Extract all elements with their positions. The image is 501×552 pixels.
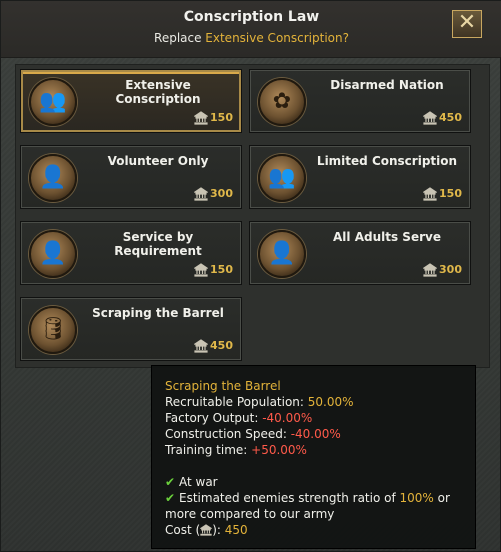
tooltip-title: Scraping the Barrel — [165, 379, 281, 393]
law-name: Limited Conscription — [316, 154, 458, 168]
law-card-extensive-conscription[interactable]: 👥 Extensive Conscription 150 — [20, 69, 242, 133]
volunteer-soldier-portrait-icon: 👤 — [29, 154, 77, 202]
soldier-portrait-icon: 👤 — [29, 230, 77, 278]
law-name: Volunteer Only — [107, 154, 209, 168]
dialog-subtitle: Replace Extensive Conscription? — [154, 31, 349, 45]
law-name: Extensive Conscription — [115, 78, 201, 106]
law-name: Scraping the Barrel — [92, 306, 224, 320]
tooltip-construction-row: Construction Speed: -40.00% — [165, 427, 341, 441]
law-cost: 450 — [439, 111, 462, 124]
bank-icon — [194, 111, 208, 125]
tooltip-factory-row: Factory Output: -40.00% — [165, 411, 313, 425]
soldiers-portrait-icon: 👥 — [258, 154, 306, 202]
tooltip-requirement-at-war: ✔ At war — [165, 475, 218, 489]
law-cost: 450 — [210, 339, 233, 352]
dialog-title: Conscription Law — [183, 9, 320, 25]
law-card-limited-conscription[interactable]: 👥 Limited Conscription 150 — [249, 145, 471, 209]
dialog-header: Conscription Law Replace Extensive Consc… — [1, 1, 501, 58]
tooltip-training-row: Training time: +50.00% — [165, 443, 307, 457]
law-cost: 300 — [439, 263, 462, 276]
bank-icon — [423, 187, 437, 201]
soldiers-portrait-icon: 👥 — [29, 78, 77, 126]
bank-icon — [200, 524, 213, 536]
law-cost: 150 — [210, 111, 233, 124]
bank-icon — [194, 339, 208, 353]
tooltip-requirement-strength-ratio: ✔ Estimated enemies strength ratio of 100… — [165, 491, 450, 505]
law-name: Service by Requirement — [114, 230, 202, 258]
bank-icon — [194, 263, 208, 277]
bank-icon — [423, 263, 437, 277]
close-button[interactable]: ✕ — [452, 10, 482, 38]
bank-icon — [423, 111, 437, 125]
replaced-law-name: Extensive Conscription? — [205, 31, 349, 45]
rifle-flower-portrait-icon: ✿ — [258, 78, 306, 126]
tooltip-cost-row: Cost (): 450 — [165, 523, 248, 537]
close-icon: ✕ — [457, 10, 477, 35]
barrel-soldier-portrait-icon: 🛢 — [29, 306, 77, 354]
law-card-disarmed-nation[interactable]: ✿ Disarmed Nation 450 — [249, 69, 471, 133]
law-cost: 150 — [439, 187, 462, 200]
law-tooltip: Scraping the Barrel Recruitable Populati… — [151, 365, 476, 549]
law-name: All Adults Serve — [333, 230, 441, 244]
tooltip-recruitable-row: Recruitable Population: 50.00% — [165, 395, 354, 409]
bank-icon — [194, 187, 208, 201]
checkmark-icon: ✔ — [165, 491, 176, 505]
law-options-grid: 👥 Extensive Conscription 150 ✿ Disarmed … — [15, 64, 490, 368]
law-card-scraping-the-barrel[interactable]: 🛢 Scraping the Barrel 450 — [20, 297, 242, 361]
law-card-volunteer-only[interactable]: 👤 Volunteer Only 300 — [20, 145, 242, 209]
law-card-all-adults-serve[interactable]: 👤 All Adults Serve 300 — [249, 221, 471, 285]
law-cost: 150 — [210, 263, 233, 276]
conscription-law-dialog: Conscription Law Replace Extensive Consc… — [0, 0, 501, 552]
law-name: Disarmed Nation — [330, 78, 444, 92]
law-cost: 300 — [210, 187, 233, 200]
soldier-helmet-portrait-icon: 👤 — [258, 230, 306, 278]
checkmark-icon: ✔ — [165, 475, 176, 489]
law-card-service-by-requirement[interactable]: 👤 Service by Requirement 150 — [20, 221, 242, 285]
tooltip-requirement-line2: more compared to our army — [165, 507, 335, 521]
